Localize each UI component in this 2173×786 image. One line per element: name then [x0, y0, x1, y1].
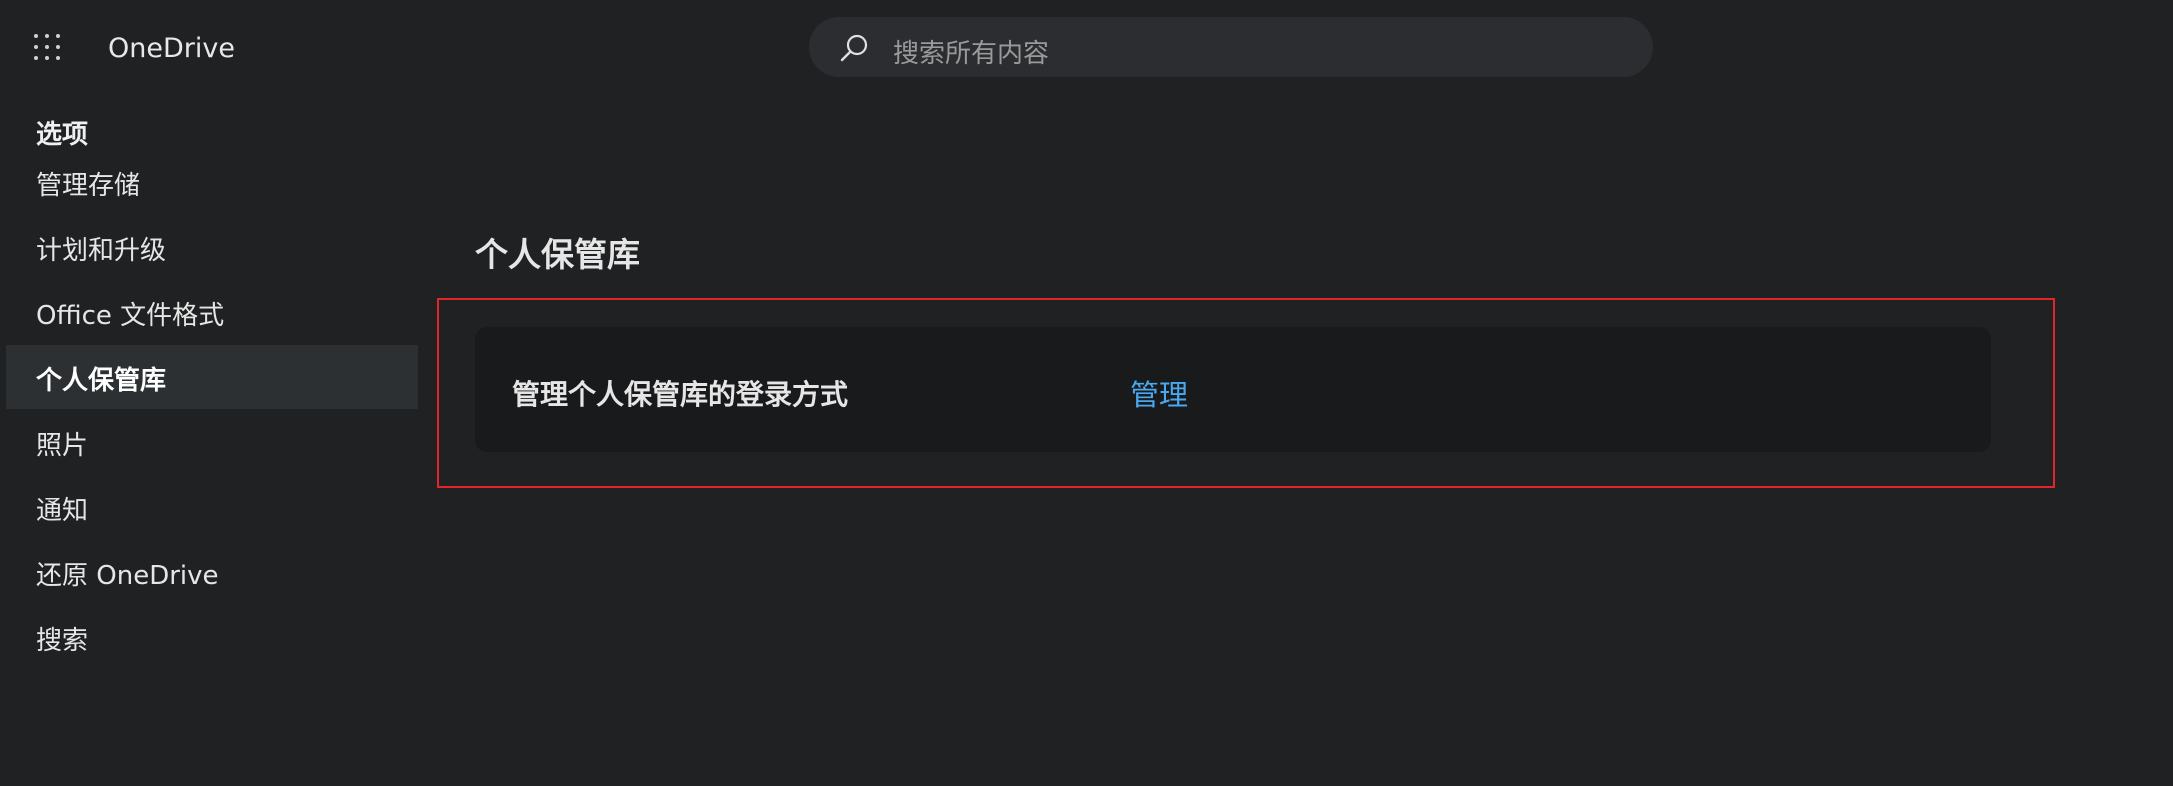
sidebar-item-plans-upgrade[interactable]: 计划和升级	[6, 215, 418, 279]
sidebar-item-label: 还原 OneDrive	[36, 561, 219, 591]
sidebar-item-label: 通知	[36, 496, 89, 526]
sidebar-item-label: 照片	[36, 431, 89, 461]
sidebar-item-label: 计划和升级	[36, 236, 167, 266]
manage-link[interactable]: 管理	[1130, 372, 1188, 414]
sidebar-item-personal-vault[interactable]: 个人保管库	[6, 345, 418, 409]
app-launcher-icon[interactable]	[34, 34, 64, 64]
sidebar-item-label: 个人保管库	[36, 366, 167, 396]
sidebar-item-search[interactable]: 搜索	[6, 605, 418, 669]
sidebar-item-office-file-format[interactable]: Office 文件格式	[6, 280, 418, 344]
sidebar-item-manage-storage[interactable]: 管理存储	[6, 150, 418, 214]
sidebar-item-photos[interactable]: 照片	[6, 410, 418, 474]
sidebar: 选项 管理存储 计划和升级 Office 文件格式 个人保管库 照片 通知 还原…	[6, 92, 418, 772]
search-input[interactable]: 搜索所有内容	[809, 17, 1653, 77]
personal-vault-card: 管理个人保管库的登录方式 管理	[475, 327, 1991, 452]
app-title[interactable]: OneDrive	[108, 33, 235, 64]
search-placeholder: 搜索所有内容	[893, 39, 1050, 69]
top-bar: OneDrive 搜索所有内容	[6, 4, 2173, 92]
sidebar-item-notifications[interactable]: 通知	[6, 475, 418, 539]
page-title: 个人保管库	[475, 235, 640, 274]
sidebar-item-label: 搜索	[36, 626, 89, 656]
sidebar-item-label: 管理存储	[36, 171, 141, 201]
sidebar-heading: 选项	[36, 120, 89, 150]
card-label: 管理个人保管库的登录方式	[512, 378, 849, 411]
onedrive-window: OneDrive 搜索所有内容 选项 管理存储 计划和升级 Office 文件格…	[6, 4, 2173, 786]
sidebar-item-restore-onedrive[interactable]: 还原 OneDrive	[6, 540, 418, 604]
search-icon	[840, 34, 868, 62]
sidebar-item-label: Office 文件格式	[36, 301, 225, 331]
